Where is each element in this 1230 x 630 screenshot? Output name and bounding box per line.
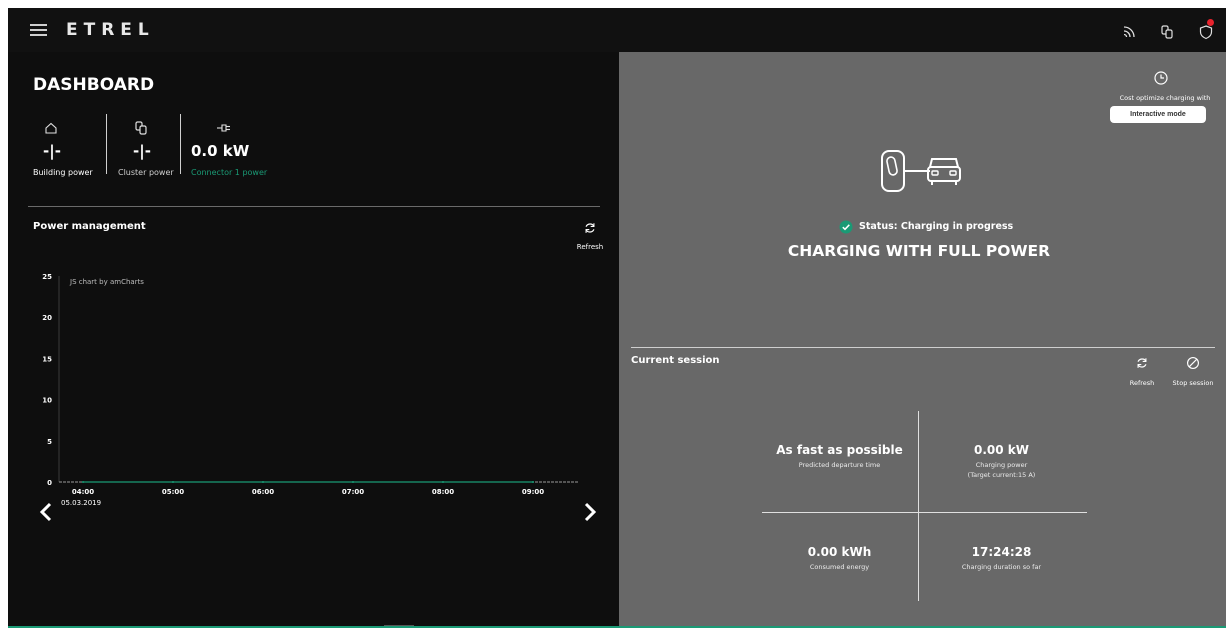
y-tick-label: 20 <box>42 314 52 322</box>
session-refresh-button[interactable]: Refresh <box>1127 355 1157 387</box>
departure-cell: As fast as possible Predicted departure … <box>767 443 912 469</box>
kpi-label: Connector 1 power <box>191 168 268 177</box>
y-tick-label: 15 <box>42 355 52 363</box>
cluster-chargers-icon <box>135 121 147 135</box>
y-tick-label: 10 <box>42 397 52 405</box>
duration-label: Charging duration so far <box>961 563 1042 571</box>
y-tick-label: 25 <box>42 273 52 281</box>
chart-axes <box>58 276 578 483</box>
data-point <box>262 481 264 483</box>
divider <box>106 114 107 174</box>
kpi-label: Building power <box>33 168 93 177</box>
kpi-cluster-power: -|- Cluster power <box>118 120 174 177</box>
wireless-signal-icon[interactable] <box>1121 24 1137 40</box>
kpi-connector-power: 0.0 kW Connector 1 power <box>191 120 267 177</box>
cost-optimize-text: Cost optimize charging with <box>1119 94 1211 102</box>
stop-session-label: Stop session <box>1172 379 1214 387</box>
divider <box>180 114 181 174</box>
app-window: ETREL DASHBOARD -|- Building power -|- C… <box>8 8 1226 628</box>
energy-label: Consumed energy <box>809 563 870 571</box>
chart-date: 05.03.2019 <box>61 499 102 507</box>
scroll-handle[interactable] <box>384 625 414 626</box>
duration-cell: 17:24:28 Charging duration so far <box>929 545 1074 571</box>
power-management-title: Power management <box>33 221 146 232</box>
x-tick-label: 07:00 <box>342 488 364 494</box>
charger-car-icon <box>881 150 961 192</box>
chart-ticks: 0 5 10 15 20 25 04:00 05:00 06:00 07:00 08:00 09:00 <box>42 273 544 494</box>
divider <box>28 206 600 207</box>
power-chart: 0 5 10 15 20 25 04:00 05:00 06:00 07:00 08:00 09:00… <box>42 273 578 494</box>
shield-icon[interactable] <box>1198 24 1214 40</box>
data-point <box>532 481 534 483</box>
divider <box>631 347 1215 348</box>
charging-status: Status: Charging in progress <box>839 220 1019 234</box>
y-tick-label: 0 <box>47 479 52 487</box>
refresh-label: Refresh <box>1129 379 1155 387</box>
kpi-value: -|- <box>43 142 61 160</box>
divider <box>762 512 1087 513</box>
data-point <box>82 481 84 483</box>
kpi-value: -|- <box>133 142 151 160</box>
page-title: DASHBOARD <box>33 75 155 95</box>
data-point <box>352 481 354 483</box>
refresh-button[interactable]: Refresh <box>576 220 604 251</box>
plug-icon <box>217 124 230 132</box>
chart-credit: JS chart by amCharts <box>69 278 144 286</box>
kpi-label: Cluster power <box>118 168 174 177</box>
refresh-icon <box>585 223 595 233</box>
refresh-icon <box>1137 358 1147 368</box>
chevron-left-icon[interactable] <box>37 501 55 523</box>
stop-session-button[interactable]: Stop session <box>1169 355 1217 387</box>
notification-dot <box>1207 19 1214 26</box>
y-tick-label: 5 <box>47 438 52 446</box>
charging-mode-title: CHARGING WITH FULL POWER <box>787 242 1051 260</box>
clock-icon <box>1154 71 1168 85</box>
energy-value: 0.00 kWh <box>807 545 872 559</box>
energy-cell: 0.00 kWh Consumed energy <box>767 545 912 571</box>
etrel-logo: ETREL <box>66 20 155 40</box>
divider <box>918 411 919 601</box>
dashboard-panel: DASHBOARD -|- Building power -|- Cluster… <box>8 52 619 626</box>
menu-icon[interactable] <box>30 24 47 36</box>
charging-power-value: 0.00 kW <box>973 443 1029 457</box>
refresh-label: Refresh <box>576 243 604 251</box>
target-current-label: (Target current:15 A) <box>967 471 1036 479</box>
departure-label: Predicted departure time <box>798 461 881 469</box>
charging-power-cell: 0.00 kW Charging power (Target current:1… <box>929 443 1074 479</box>
x-tick-label: 09:00 <box>522 488 544 494</box>
charging-power-label: Charging power <box>975 461 1028 469</box>
chevron-right-icon[interactable] <box>581 501 599 523</box>
top-bar: ETREL <box>8 8 1226 52</box>
x-tick-label: 06:00 <box>252 488 274 494</box>
x-tick-label: 04:00 <box>72 488 94 494</box>
x-tick-label: 08:00 <box>432 488 454 494</box>
current-session-title: Current session <box>631 355 720 366</box>
cluster-icon[interactable] <box>1159 24 1175 40</box>
stop-icon <box>1187 357 1199 369</box>
status-text: Status: Charging in progress <box>859 221 1014 232</box>
duration-value: 17:24:28 <box>971 545 1032 559</box>
interactive-mode-button[interactable]: Interactive mode <box>1110 106 1206 123</box>
kpi-value: 0.0 kW <box>191 142 250 160</box>
chart-series <box>82 481 534 483</box>
data-point <box>442 481 444 483</box>
charging-panel: Cost optimize charging with Interactive … <box>619 52 1226 626</box>
kpi-building-power: -|- Building power <box>33 120 93 177</box>
data-point <box>172 481 174 483</box>
check-circle-icon <box>839 220 853 234</box>
home-icon <box>45 122 57 134</box>
departure-value: As fast as possible <box>776 443 903 457</box>
x-tick-label: 05:00 <box>162 488 184 494</box>
